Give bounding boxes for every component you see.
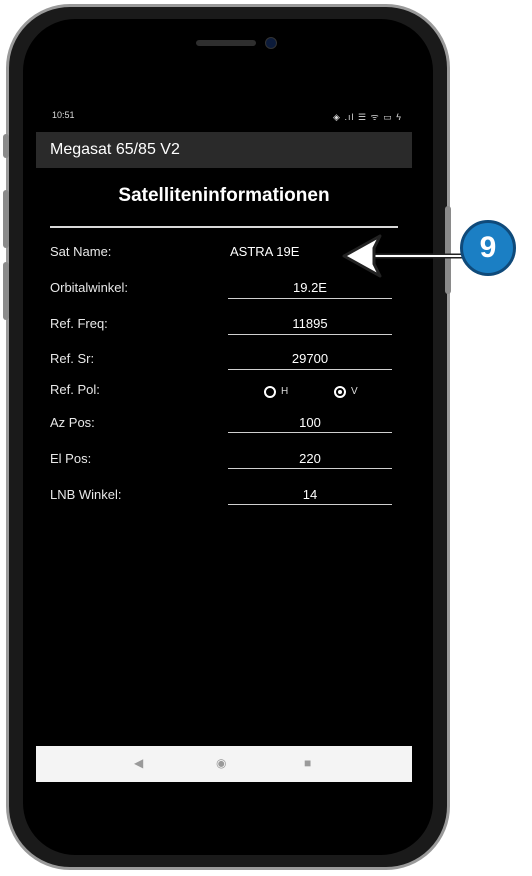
pol-h-radio[interactable] xyxy=(264,386,276,398)
el-pos-field[interactable]: 220 xyxy=(228,451,392,466)
section-title: Satelliteninformationen xyxy=(118,185,330,206)
el-pos-underline xyxy=(228,468,392,469)
lnb-winkel-underline xyxy=(228,504,392,505)
front-camera xyxy=(265,37,277,49)
step-number-badge: 9 xyxy=(460,220,516,276)
earpiece xyxy=(196,40,256,46)
ref-freq-field[interactable]: 11895 xyxy=(228,316,392,331)
pol-v-radio[interactable] xyxy=(334,386,346,398)
nav-recents-button[interactable]: ■ xyxy=(304,756,311,770)
ref-sr-label: Ref. Sr: xyxy=(50,351,95,366)
nav-back-button[interactable]: ◀ xyxy=(134,756,143,770)
status-icons: ◈ .ıl ☰ ᯤ ▭ ϟ xyxy=(333,112,402,122)
callout-arrow-icon xyxy=(342,234,464,278)
volume-down-button xyxy=(3,262,9,320)
status-bar: 10:51 ◈ .ıl ☰ ᯤ ▭ ϟ xyxy=(52,106,402,126)
sat-name-label: Sat Name: xyxy=(50,244,112,259)
orbitalwinkel-label: Orbitalwinkel: xyxy=(50,280,129,295)
side-button xyxy=(3,134,9,158)
az-pos-underline xyxy=(228,432,392,433)
sat-name-value: ASTRA 19E xyxy=(230,244,300,259)
app-bar: Megasat 65/85 V2 xyxy=(36,132,412,168)
lnb-winkel-label: LNB Winkel: xyxy=(50,487,122,502)
navigation-bar: ◀ ◉ ■ xyxy=(36,746,412,782)
ref-sr-field[interactable]: 29700 xyxy=(228,351,392,366)
el-pos-label: El Pos: xyxy=(50,451,92,466)
az-pos-label: Az Pos: xyxy=(50,415,95,430)
lnb-winkel-field[interactable]: 14 xyxy=(228,487,392,502)
ref-pol-label: Ref. Pol: xyxy=(50,382,100,397)
ref-sr-underline xyxy=(228,369,392,370)
volume-up-button xyxy=(3,190,9,248)
ref-freq-underline xyxy=(228,334,392,335)
nav-home-button[interactable]: ◉ xyxy=(216,756,226,770)
pol-v-label: V xyxy=(351,386,358,397)
az-pos-field[interactable]: 100 xyxy=(228,415,392,430)
status-time: 10:51 xyxy=(52,110,75,120)
ref-freq-label: Ref. Freq: xyxy=(50,316,108,331)
orbitalwinkel-underline xyxy=(228,298,392,299)
pol-h-label: H xyxy=(281,386,289,397)
app-title: Megasat 65/85 V2 xyxy=(50,141,180,158)
